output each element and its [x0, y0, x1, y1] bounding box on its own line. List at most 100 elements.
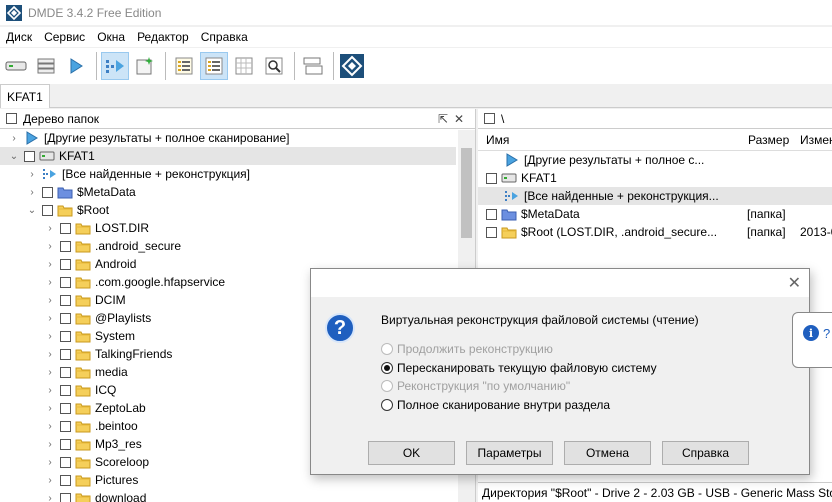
expand-toggle-icon[interactable]: › — [44, 493, 56, 502]
item-checkbox[interactable] — [60, 330, 71, 342]
search-button[interactable] — [260, 52, 288, 80]
cancel-button[interactable]: Отмена — [564, 441, 651, 465]
play-button[interactable] — [62, 52, 90, 80]
drive-button[interactable] — [2, 52, 30, 80]
radio-rescan[interactable] — [381, 362, 393, 374]
hex-view-button[interactable] — [230, 52, 258, 80]
about-button[interactable] — [338, 52, 366, 80]
item-checkbox[interactable] — [42, 204, 53, 216]
expand-toggle-icon[interactable]: › — [44, 259, 56, 270]
item-checkbox[interactable] — [486, 226, 497, 238]
tree-item[interactable]: › [Другие результаты + полное сканировани… — [0, 129, 475, 147]
item-checkbox[interactable] — [60, 222, 71, 234]
tree-item[interactable]: › [Все найденные + реконструкция] — [0, 165, 475, 183]
close-icon[interactable]: ✕ — [451, 112, 467, 126]
list-item[interactable]: KFAT1 — [478, 169, 832, 187]
item-checkbox[interactable] — [60, 474, 71, 486]
item-checkbox[interactable] — [60, 276, 71, 288]
help-button[interactable]: Справка — [662, 441, 749, 465]
expand-toggle-icon[interactable]: › — [44, 277, 56, 288]
expand-toggle-icon[interactable]: › — [26, 169, 38, 180]
tree-item[interactable]: ⌄ KFAT1 — [0, 147, 456, 165]
windows-button[interactable] — [299, 52, 327, 80]
item-checkbox[interactable] — [60, 348, 71, 360]
item-checkbox[interactable] — [60, 384, 71, 396]
list-view-icon — [205, 57, 223, 75]
new-scan-button[interactable] — [131, 52, 159, 80]
close-icon[interactable]: ✕ — [788, 273, 801, 293]
partitions-button[interactable] — [32, 52, 60, 80]
parameters-button[interactable]: Параметры — [466, 441, 553, 465]
item-checkbox[interactable] — [60, 294, 71, 306]
drive-icon — [39, 149, 55, 163]
item-checkbox[interactable] — [42, 186, 53, 198]
expand-toggle-icon[interactable]: › — [44, 295, 56, 306]
expand-toggle-icon[interactable]: ⌄ — [8, 151, 20, 162]
ok-button[interactable]: OK — [368, 441, 455, 465]
list-item[interactable]: $MetaData [папка] — [478, 205, 832, 223]
expand-toggle-icon[interactable]: ⌄ — [26, 205, 38, 216]
tab-kfat1[interactable]: KFAT1 — [0, 84, 50, 108]
expand-toggle-icon[interactable]: › — [44, 313, 56, 324]
reconstruct-button[interactable] — [101, 52, 129, 80]
list-view-button[interactable] — [200, 52, 228, 80]
expand-toggle-icon[interactable]: › — [44, 385, 56, 396]
list-item[interactable]: [Другие результаты + полное с... — [478, 151, 832, 169]
menu-editor[interactable]: Редактор — [131, 30, 195, 44]
item-checkbox[interactable] — [60, 456, 71, 468]
file-list-header: \ — [478, 109, 832, 129]
item-checkbox[interactable] — [60, 492, 71, 502]
item-checkbox[interactable] — [60, 240, 71, 252]
scroll-thumb[interactable] — [461, 148, 472, 238]
item-checkbox[interactable] — [60, 438, 71, 450]
folder-icon — [75, 383, 91, 397]
expand-toggle-icon[interactable]: › — [44, 223, 56, 234]
tree-item[interactable]: ⌄ $Root — [0, 201, 475, 219]
expand-toggle-icon[interactable]: › — [8, 133, 20, 144]
menu-windows[interactable]: Окна — [91, 30, 131, 44]
option-full-scan[interactable]: Полное сканирование внутри раздела — [381, 398, 610, 412]
expand-toggle-icon[interactable]: › — [44, 241, 56, 252]
menu-help[interactable]: Справка — [195, 30, 254, 44]
column-modified[interactable]: Измен — [800, 133, 832, 147]
column-name[interactable]: Имя — [486, 133, 509, 147]
item-checkbox[interactable] — [486, 172, 497, 184]
tree-item[interactable]: › LOST.DIR — [0, 219, 475, 237]
folder-list-icon — [175, 57, 193, 75]
item-checkbox[interactable] — [60, 420, 71, 432]
tree-item[interactable]: › download — [0, 489, 475, 502]
option-rescan-fs[interactable]: Пересканировать текущую файловую систему — [381, 361, 657, 375]
menu-service[interactable]: Сервис — [38, 30, 91, 44]
item-checkbox[interactable] — [486, 208, 497, 220]
expand-toggle-icon[interactable]: › — [44, 349, 56, 360]
item-checkbox[interactable] — [60, 366, 71, 378]
folder-icon — [57, 203, 73, 217]
list-item[interactable]: $Root (LOST.DIR, .android_secure... [папк… — [478, 223, 832, 241]
expand-toggle-icon[interactable]: › — [44, 475, 56, 486]
list-item-size: [папка] — [747, 207, 786, 221]
expand-toggle-icon[interactable]: › — [44, 457, 56, 468]
tree-item[interactable]: › .android_secure — [0, 237, 475, 255]
tab-strip: KFAT1 — [0, 84, 832, 108]
pane-checkbox[interactable] — [484, 113, 495, 124]
expand-toggle-icon[interactable]: › — [44, 367, 56, 378]
expand-toggle-icon[interactable]: › — [44, 403, 56, 414]
item-checkbox[interactable] — [24, 150, 35, 162]
item-checkbox[interactable] — [60, 258, 71, 270]
undock-icon[interactable]: ⇱ — [435, 112, 451, 126]
folder-icon — [75, 275, 91, 289]
menu-disk[interactable]: Диск — [0, 30, 38, 44]
folder-view-button[interactable] — [170, 52, 198, 80]
tree-item[interactable]: › $MetaData — [0, 183, 475, 201]
list-item[interactable]: [Все найденные + реконструкция... — [478, 187, 832, 205]
grid-icon — [235, 57, 253, 75]
pane-checkbox[interactable] — [6, 113, 17, 124]
expand-toggle-icon[interactable]: › — [44, 331, 56, 342]
expand-toggle-icon[interactable]: › — [44, 439, 56, 450]
expand-toggle-icon[interactable]: › — [44, 421, 56, 432]
column-size[interactable]: Размер — [748, 133, 789, 147]
item-checkbox[interactable] — [60, 402, 71, 414]
item-checkbox[interactable] — [60, 312, 71, 324]
expand-toggle-icon[interactable]: › — [26, 187, 38, 198]
radio-full-scan[interactable] — [381, 399, 393, 411]
